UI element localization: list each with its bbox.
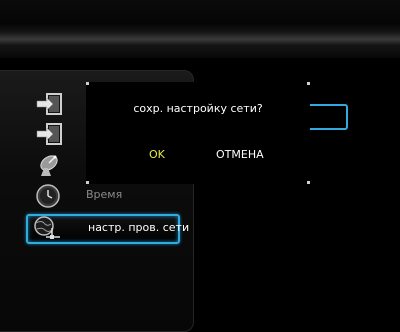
top-banner xyxy=(0,0,400,58)
dialog-corner-bottom-left xyxy=(86,181,89,184)
sidebar-item-network-settings[interactable]: настр. пров. сети xyxy=(26,214,189,244)
ok-button[interactable]: OK xyxy=(149,148,165,161)
satellite-dish-icon xyxy=(34,152,64,178)
dialog-corner-bottom-right xyxy=(307,181,310,184)
network-globe-icon xyxy=(32,215,62,241)
sidebar-item-label: Время xyxy=(86,188,123,201)
confirm-dialog: сохр. настройку сети? OK ОТМЕНА xyxy=(86,82,310,184)
sidebar-item-label: настр. пров. сети xyxy=(88,221,190,234)
dialog-corner-top-left xyxy=(86,82,89,85)
input-arrow-icon xyxy=(34,92,64,118)
input-arrow-icon xyxy=(34,122,64,148)
dialog-message: сохр. настройку сети? xyxy=(133,102,263,115)
cancel-button[interactable]: ОТМЕНА xyxy=(216,148,264,161)
sidebar-item-time[interactable]: Время xyxy=(26,183,176,209)
dialog-corner-top-right xyxy=(307,82,310,85)
clock-icon xyxy=(34,183,64,209)
